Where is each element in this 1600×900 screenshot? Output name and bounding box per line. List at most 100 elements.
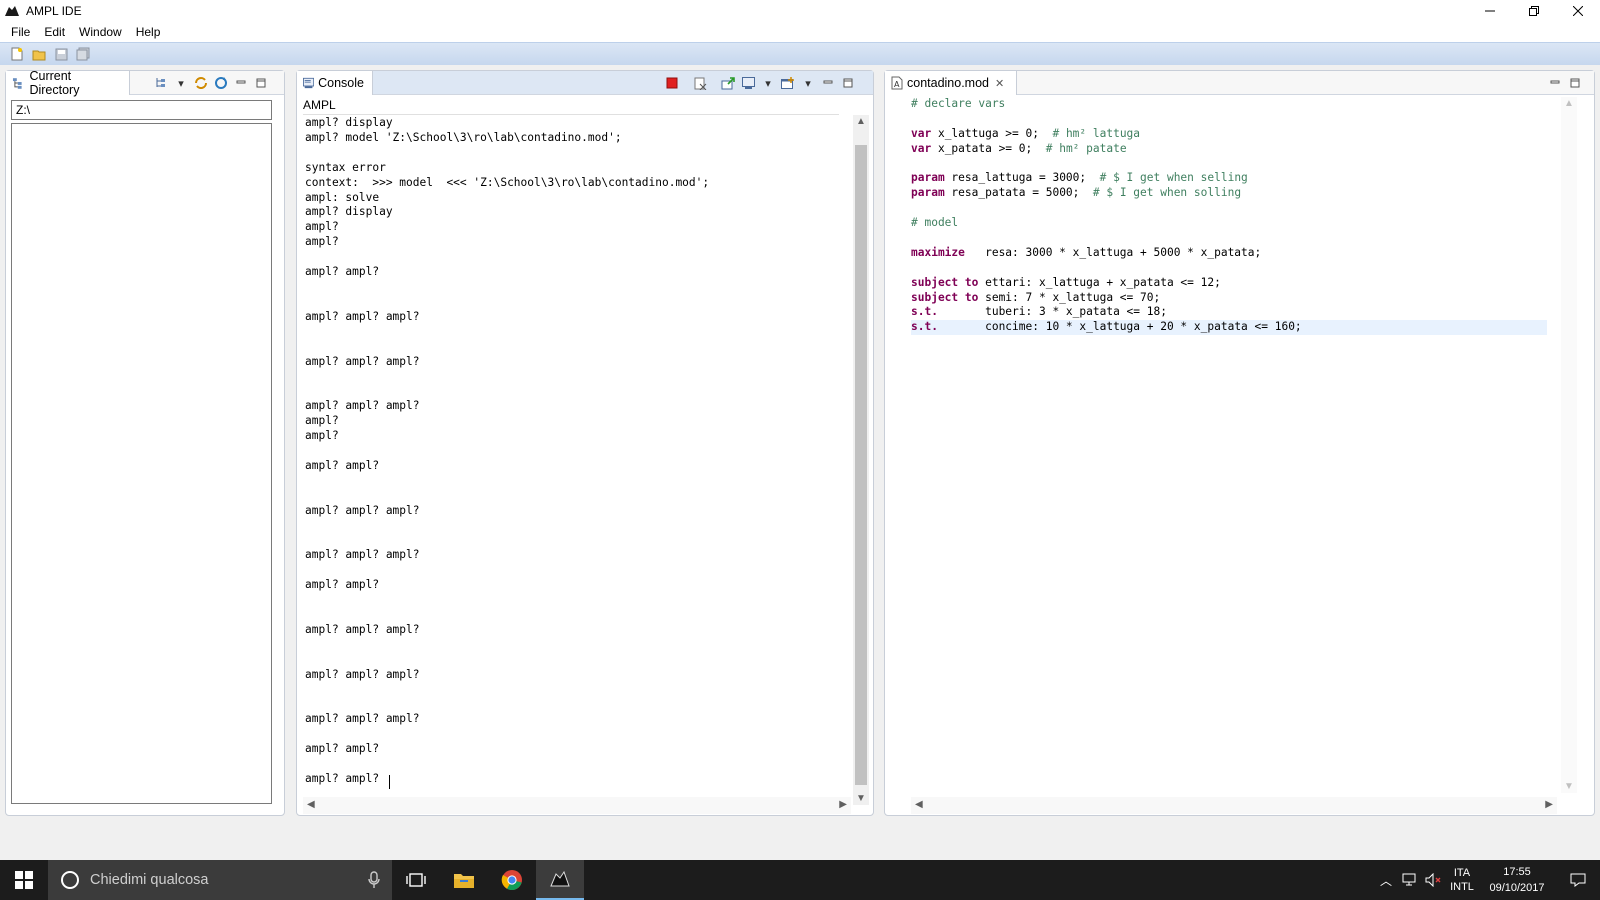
chevron-down-icon[interactable]: ▾ [761,76,775,90]
scroll-right-icon[interactable]: ▶ [1545,799,1553,810]
code-text: concime: 10 * x_lattuga + 20 * x_patata … [937,320,1302,334]
save-icon[interactable] [52,45,70,63]
minimize-panel-icon[interactable] [821,76,835,90]
menu-file[interactable]: File [4,25,37,39]
code-editor[interactable]: # declare vars var x_lattuga >= 0; # hm²… [911,97,1547,787]
scroll-up-icon[interactable]: ▲ [1564,98,1574,109]
code-text: semi: 7 * x_lattuga <= 70; [978,290,1161,304]
code-keyword: param [911,171,945,185]
code-keyword: subject to [911,290,979,304]
text-cursor [389,775,390,789]
display-console-icon[interactable] [741,76,755,90]
main-toolbar [0,42,1600,65]
minimize-panel-icon[interactable] [234,76,248,90]
directory-tree-icon [12,78,22,89]
editor-panel: A contadino.mod ✕ # declare vars var x_l… [884,70,1595,816]
tab-current-directory[interactable]: Current Directory [6,69,130,97]
clear-console-icon[interactable] [693,76,707,90]
file-explorer-icon[interactable] [440,860,488,900]
scroll-down-icon[interactable]: ▼ [1564,781,1574,792]
code-line: param resa_patata = 5000; # $ I get when… [911,186,1547,201]
ampl-icon[interactable] [536,860,584,900]
code-keyword: s.t. [911,305,938,319]
scroll-down-icon[interactable]: ▼ [856,793,866,804]
network-icon[interactable] [1398,873,1422,887]
maximize-panel-icon[interactable] [841,76,855,90]
code-text: resa_lattuga = 3000; [944,171,1100,185]
code-keyword: s.t. [911,320,938,334]
tab-label: Console [318,76,364,90]
code-keyword: var [911,141,932,155]
editor-vertical-scrollbar[interactable]: ▲ ▼ [1561,97,1577,793]
code-comment: # $ I get when solling [1092,186,1242,200]
code-line: maximize resa: 3000 * x_lattuga + 5000 *… [911,246,1547,261]
chrome-icon[interactable] [488,860,536,900]
start-button[interactable] [0,860,48,900]
code-line: # model [911,216,1547,231]
stop-icon[interactable] [665,76,679,90]
scroll-left-icon[interactable]: ◀ [307,799,315,810]
new-file-icon[interactable] [8,45,26,63]
menu-help[interactable]: Help [129,25,168,39]
close-icon [1573,6,1583,16]
close-button[interactable] [1556,0,1600,22]
search-placeholder: Chiedimi qualcosa [90,872,209,888]
scroll-right-icon[interactable]: ▶ [839,799,847,810]
editor-horizontal-scrollbar[interactable]: ◀ ▶ [911,797,1557,814]
current-directory-panel: Current Directory ▾ Z:\ [5,69,285,816]
pin-console-icon[interactable] [721,76,735,90]
code-text: ettari: x_lattuga + x_patata <= 12; [978,275,1221,289]
console-vertical-scrollbar[interactable]: ▲ ▼ [853,115,869,805]
scroll-left-icon[interactable]: ◀ [915,799,923,810]
maximize-panel-icon[interactable] [254,76,268,90]
volume-muted-icon[interactable] [1422,873,1446,887]
close-tab-icon[interactable]: ✕ [995,77,1004,90]
input-language[interactable]: ITA INTL [1446,866,1478,894]
code-comment: # model [911,216,959,230]
svg-text:A: A [894,80,900,89]
minimize-button[interactable] [1468,0,1512,22]
code-line: # declare vars [911,97,1547,112]
restore-button[interactable] [1512,0,1556,22]
save-all-icon[interactable] [74,45,92,63]
clock[interactable]: 17:55 09/10/2017 [1478,864,1556,896]
maximize-panel-icon[interactable] [1568,76,1582,90]
open-folder-icon[interactable] [30,45,48,63]
directory-path-field[interactable]: Z:\ [11,100,272,120]
scrollbar-thumb[interactable] [855,145,867,785]
tab-console[interactable]: Console [297,71,373,95]
microphone-icon[interactable] [368,871,380,889]
console-output[interactable]: ampl? display ampl? model 'Z:\School\3\r… [303,114,839,790]
chevron-up-icon[interactable]: ︿ [1374,872,1398,889]
console-horizontal-scrollbar[interactable]: ◀ ▶ [303,797,851,814]
tree-view-icon[interactable] [154,76,168,90]
menu-window[interactable]: Window [72,25,129,39]
code-keyword: maximize [911,245,965,259]
sync-icon[interactable] [194,76,208,90]
code-keyword: param [911,186,945,200]
notifications-icon[interactable] [1556,872,1600,888]
chevron-down-icon[interactable]: ▾ [801,76,815,90]
code-content: # declare vars var x_lattuga >= 0; # hm²… [911,97,1547,336]
chevron-down-icon[interactable]: ▾ [174,76,188,90]
window-title: AMPL IDE [26,4,82,18]
open-console-icon[interactable] [781,76,795,90]
code-comment: # $ I get when selling [1099,171,1248,185]
code-line: var x_lattuga >= 0; # hm² lattuga [911,127,1547,142]
scroll-up-icon[interactable]: ▲ [856,116,866,127]
clock-date: 09/10/2017 [1489,882,1545,894]
code-text: tuberi: 3 * x_patata <= 18; [937,305,1167,319]
task-view-icon[interactable] [392,860,440,900]
tab-contadino-mod[interactable]: A contadino.mod ✕ [885,71,1017,95]
minimize-panel-icon[interactable] [1548,76,1562,90]
minimize-icon [1485,10,1495,12]
directory-file-list[interactable] [11,123,272,804]
tab-label: Current Directory [29,69,80,97]
code-comment: # hm² patate [1045,141,1127,155]
title-bar: AMPL IDE [0,0,1600,22]
cortana-search-box[interactable]: Chiedimi qualcosa [48,860,392,900]
refresh-icon[interactable] [214,76,228,90]
menu-edit[interactable]: Edit [37,25,72,39]
